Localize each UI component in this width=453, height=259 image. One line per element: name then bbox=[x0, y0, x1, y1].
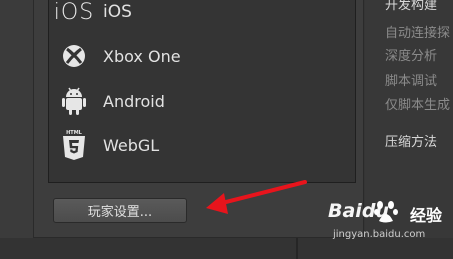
arrow-shaft bbox=[212, 180, 307, 207]
baidu-jingyan-watermark: Baidu 经验 jingyan.baidu.com bbox=[328, 198, 453, 259]
watermark-url: jingyan.baidu.com bbox=[333, 229, 426, 240]
baidu-paw-icon bbox=[374, 201, 398, 223]
arrow-head bbox=[206, 193, 228, 214]
build-settings-window: iOS iOS Xbox One Android HTML WebGL 玩家设置… bbox=[0, 0, 453, 259]
watermark-product: 经验 bbox=[410, 206, 443, 225]
